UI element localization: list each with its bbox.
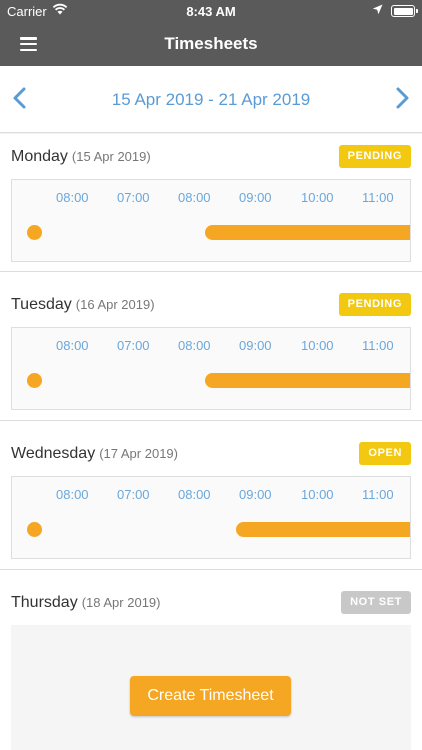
status-bar: Carrier 8:43 AM (0, 0, 422, 22)
day-date: (18 Apr 2019) (81, 595, 161, 610)
time-tick: 10:00 (301, 190, 334, 205)
day-card-wednesday[interactable]: Wednesday (17 Apr 2019) OPEN 08:00 07:00 … (0, 421, 422, 570)
worked-time-bar (205, 373, 410, 388)
time-tick: 07:00 (117, 190, 150, 205)
worked-time-bar (205, 225, 410, 240)
clock-in-marker (27, 373, 42, 388)
time-tick: 07:00 (117, 487, 150, 502)
time-tick: 08:00 (178, 338, 211, 353)
page-title: Timesheets (164, 34, 258, 53)
day-title: Thursday (18 Apr 2019) (11, 594, 160, 612)
status-badge: OPEN (359, 442, 411, 465)
week-range[interactable]: 15 Apr 2019 - 21 Apr 2019 (0, 90, 422, 110)
status-badge: NOT SET (341, 591, 411, 614)
worked-time-bar (236, 522, 410, 537)
time-tick: 07:00 (117, 338, 150, 353)
time-tick: 08:00 (56, 338, 89, 353)
time-tick: 09:00 (239, 338, 272, 353)
time-tick: 10:00 (301, 338, 334, 353)
day-name: Thursday (11, 594, 78, 611)
empty-timesheet-area: Create Timesheet (11, 625, 411, 750)
time-tick: 11:00 (362, 338, 394, 353)
day-date: (17 Apr 2019) (99, 446, 178, 461)
create-timesheet-button[interactable]: Create Timesheet (130, 676, 291, 716)
day-name: Tuesday (11, 296, 72, 313)
time-tick: 11:00 (362, 487, 394, 502)
location-arrow-icon (372, 4, 383, 15)
day-card-tuesday[interactable]: Tuesday (16 Apr 2019) PENDING 08:00 07:00… (0, 272, 422, 421)
day-card-monday[interactable]: Monday (15 Apr 2019) PENDING 08:00 07:00 … (0, 134, 422, 272)
day-title: Wednesday (17 Apr 2019) (11, 445, 178, 463)
clock: 8:43 AM (186, 4, 236, 19)
day-date: (15 Apr 2019) (71, 149, 151, 164)
time-tick: 11:00 (362, 190, 394, 205)
time-tick: 08:00 (178, 190, 211, 205)
day-timeline[interactable]: 08:00 07:00 08:00 09:00 10:00 11:00 (11, 179, 411, 262)
week-selector: 15 Apr 2019 - 21 Apr 2019 (0, 66, 422, 133)
day-name: Wednesday (11, 445, 96, 462)
nav-bar: Timesheets (0, 22, 422, 66)
day-date: (16 Apr 2019) (75, 297, 155, 312)
time-tick: 09:00 (239, 487, 272, 502)
chevron-right-icon[interactable] (390, 86, 414, 110)
day-title: Tuesday (16 Apr 2019) (11, 296, 155, 314)
status-badge: PENDING (338, 293, 411, 316)
day-timeline[interactable]: 08:00 07:00 08:00 09:00 10:00 11:00 (11, 327, 411, 410)
time-tick: 10:00 (301, 487, 334, 502)
day-name: Monday (11, 148, 68, 165)
time-tick: 08:00 (178, 487, 211, 502)
time-tick: 09:00 (239, 190, 272, 205)
clock-in-marker (27, 522, 42, 537)
status-badge: PENDING (338, 145, 411, 168)
time-tick: 08:00 (56, 487, 89, 502)
clock-in-marker (27, 225, 42, 240)
battery-icon (391, 5, 418, 17)
time-tick: 08:00 (56, 190, 89, 205)
day-timeline[interactable]: 08:00 07:00 08:00 09:00 10:00 11:00 (11, 476, 411, 559)
day-card-thursday: Thursday (18 Apr 2019) NOT SET Create Tim… (0, 570, 422, 750)
day-title: Monday (15 Apr 2019) (11, 148, 151, 166)
